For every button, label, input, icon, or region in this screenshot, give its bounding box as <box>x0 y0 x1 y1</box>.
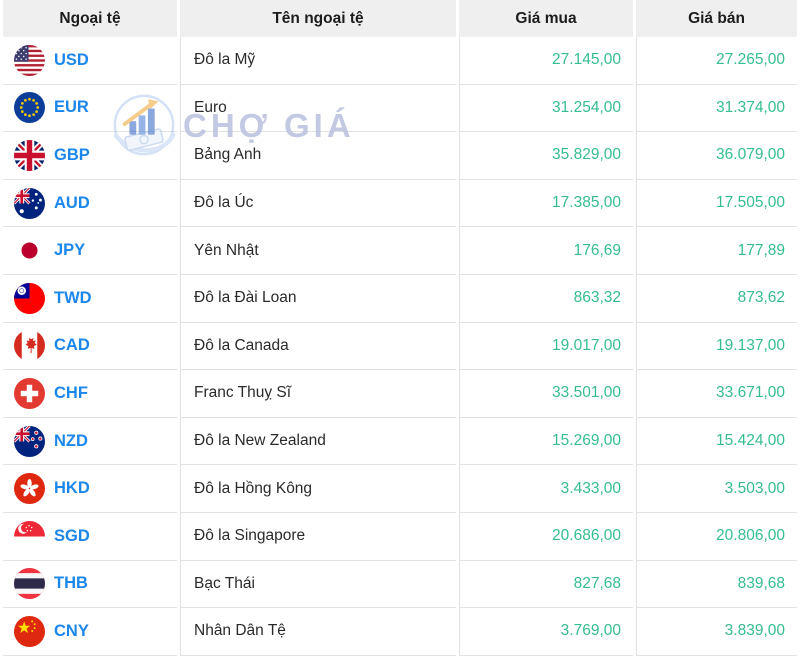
table-row: JPY Yên Nhật 176,69 177,89 <box>3 227 797 275</box>
currency-name: Euro <box>180 85 456 133</box>
currency-name: Đô la Mỹ <box>180 37 456 85</box>
currency-code-link[interactable]: SGD <box>54 527 90 545</box>
buy-price: 19.017,00 <box>459 323 633 371</box>
sell-price: 19.137,00 <box>636 323 797 371</box>
currency-code-link[interactable]: THB <box>54 574 88 592</box>
jp-flag-icon <box>14 235 45 266</box>
currency-cell: CAD <box>3 323 177 371</box>
sell-price: 15.424,00 <box>636 418 797 466</box>
table-row: SGD Đô la Singapore 20.686,00 20.806,00 <box>3 513 797 561</box>
currency-cell: NZD <box>3 418 177 466</box>
sell-price: 27.265,00 <box>636 37 797 85</box>
currency-code-link[interactable]: CNY <box>54 622 89 640</box>
sell-price: 31.374,00 <box>636 85 797 133</box>
buy-price: 3.769,00 <box>459 608 633 656</box>
table-row: CNY Nhân Dân Tệ 3.769,00 3.839,00 <box>3 608 797 656</box>
currency-name: Đô la Hồng Kông <box>180 465 456 513</box>
currency-code-link[interactable]: CHF <box>54 384 88 402</box>
currency-code-link[interactable]: AUD <box>54 194 90 212</box>
exchange-rate-table: Ngoại tệ Tên ngoại tệ Giá mua Giá bán US… <box>0 0 800 656</box>
sg-flag-icon <box>14 521 45 552</box>
tw-flag-icon <box>14 283 45 314</box>
gb-flag-icon <box>14 140 45 171</box>
nz-flag-icon <box>14 426 45 457</box>
sell-price: 36.079,00 <box>636 132 797 180</box>
currency-name: Đô la Úc <box>180 180 456 228</box>
table-body: USD Đô la Mỹ 27.145,00 27.265,00 EUR Eur… <box>3 37 797 656</box>
currency-code-link[interactable]: JPY <box>54 241 85 259</box>
table-row: USD Đô la Mỹ 27.145,00 27.265,00 <box>3 37 797 85</box>
currency-code-link[interactable]: CAD <box>54 336 90 354</box>
currency-code-link[interactable]: EUR <box>54 98 89 116</box>
table-row: NZD Đô la New Zealand 15.269,00 15.424,0… <box>3 418 797 466</box>
currency-name: Đô la Singapore <box>180 513 456 561</box>
au-flag-icon <box>14 188 45 219</box>
ca-flag-icon <box>14 330 45 361</box>
table-row: AUD Đô la Úc 17.385,00 17.505,00 <box>3 180 797 228</box>
sell-price: 3.503,00 <box>636 465 797 513</box>
currency-code-link[interactable]: NZD <box>54 432 88 450</box>
col-header-gia-ban: Giá bán <box>636 0 797 37</box>
ch-flag-icon <box>14 378 45 409</box>
currency-code-link[interactable]: TWD <box>54 289 92 307</box>
currency-name: Đô la Đài Loan <box>180 275 456 323</box>
currency-name: Bảng Anh <box>180 132 456 180</box>
currency-code-link[interactable]: GBP <box>54 146 90 164</box>
currency-cell: THB <box>3 561 177 609</box>
currency-cell: CHF <box>3 370 177 418</box>
exchange-rate-page: Ngoại tệ Tên ngoại tệ Giá mua Giá bán US… <box>0 0 800 656</box>
buy-price: 3.433,00 <box>459 465 633 513</box>
buy-price: 27.145,00 <box>459 37 633 85</box>
currency-cell: AUD <box>3 180 177 228</box>
buy-price: 15.269,00 <box>459 418 633 466</box>
buy-price: 17.385,00 <box>459 180 633 228</box>
buy-price: 35.829,00 <box>459 132 633 180</box>
buy-price: 827,68 <box>459 561 633 609</box>
currency-name: Franc Thuỵ Sĩ <box>180 370 456 418</box>
currency-name: Bạc Thái <box>180 561 456 609</box>
currency-cell: HKD <box>3 465 177 513</box>
currency-cell: CNY <box>3 608 177 656</box>
sell-price: 177,89 <box>636 227 797 275</box>
cn-flag-icon <box>14 616 45 647</box>
buy-price: 863,32 <box>459 275 633 323</box>
table-row: CAD Đô la Canada 19.017,00 19.137,00 <box>3 323 797 371</box>
col-header-gia-mua: Giá mua <box>459 0 633 37</box>
table-row: CHF Franc Thuỵ Sĩ 33.501,00 33.671,00 <box>3 370 797 418</box>
buy-price: 176,69 <box>459 227 633 275</box>
currency-name: Nhân Dân Tệ <box>180 608 456 656</box>
currency-code-link[interactable]: HKD <box>54 479 90 497</box>
currency-name: Đô la New Zealand <box>180 418 456 466</box>
th-flag-icon <box>14 568 45 599</box>
sell-price: 17.505,00 <box>636 180 797 228</box>
currency-cell: SGD <box>3 513 177 561</box>
buy-price: 20.686,00 <box>459 513 633 561</box>
col-header-ten-ngoai-te: Tên ngoại tệ <box>180 0 456 37</box>
currency-cell: USD <box>3 37 177 85</box>
sell-price: 839,68 <box>636 561 797 609</box>
eu-flag-icon <box>14 92 45 123</box>
buy-price: 33.501,00 <box>459 370 633 418</box>
currency-cell: JPY <box>3 227 177 275</box>
table-row: THB Bạc Thái 827,68 839,68 <box>3 561 797 609</box>
table-row: GBP Bảng Anh 35.829,00 36.079,00 <box>3 132 797 180</box>
sell-price: 20.806,00 <box>636 513 797 561</box>
table-row: TWD Đô la Đài Loan 863,32 873,62 <box>3 275 797 323</box>
currency-cell: GBP <box>3 132 177 180</box>
hk-flag-icon <box>14 473 45 504</box>
sell-price: 873,62 <box>636 275 797 323</box>
currency-cell: EUR <box>3 85 177 133</box>
us-flag-icon <box>14 45 45 76</box>
currency-cell: TWD <box>3 275 177 323</box>
currency-name: Đô la Canada <box>180 323 456 371</box>
table-row: EUR Euro 31.254,00 31.374,00 <box>3 85 797 133</box>
buy-price: 31.254,00 <box>459 85 633 133</box>
sell-price: 33.671,00 <box>636 370 797 418</box>
table-row: HKD Đô la Hồng Kông 3.433,00 3.503,00 <box>3 465 797 513</box>
currency-code-link[interactable]: USD <box>54 51 89 69</box>
col-header-ngoai-te: Ngoại tệ <box>3 0 177 37</box>
currency-name: Yên Nhật <box>180 227 456 275</box>
sell-price: 3.839,00 <box>636 608 797 656</box>
table-header-row: Ngoại tệ Tên ngoại tệ Giá mua Giá bán <box>3 0 797 37</box>
